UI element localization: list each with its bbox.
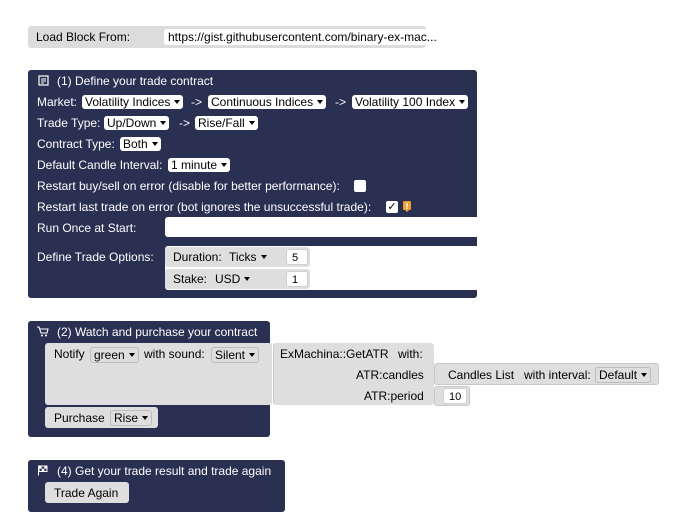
chevron-down-icon [221, 162, 228, 167]
candle-interval-label: Default Candle Interval: [37, 158, 163, 172]
chevron-down-icon [317, 99, 324, 104]
submarket-dropdown[interactable]: Continuous Indices [208, 95, 327, 109]
warning-icon[interactable] [402, 201, 412, 212]
trade-type-category-dropdown[interactable]: Up/Down [104, 116, 170, 130]
purchase-type-dropdown[interactable]: Rise [110, 410, 153, 426]
trade-type-label: Trade Type: [37, 116, 101, 130]
restart-error-label: Restart buy/sell on error (disable for b… [37, 179, 340, 193]
chevron-down-icon [128, 352, 135, 357]
contract-type-label: Contract Type: [37, 137, 115, 151]
load-block-url: https://gist.githubusercontent.com/binar… [168, 30, 437, 44]
duration-label: Duration: [173, 250, 222, 264]
load-block-url-field[interactable]: https://gist.githubusercontent.com/binar… [164, 29, 450, 45]
stake-block[interactable]: Stake: USD 1 [165, 269, 310, 289]
notify-label: Notify [54, 347, 85, 361]
arrow-text: -> [179, 116, 191, 130]
candle-interval-dropdown[interactable]: 1 minute [168, 158, 231, 172]
chevron-down-icon [248, 120, 255, 125]
candles-list-block[interactable]: Candles List with interval: Default [434, 363, 659, 385]
load-block[interactable]: Load Block From: https://gist.githubuser… [28, 26, 450, 48]
exmachina-label: ExMachina::GetATR [280, 347, 389, 361]
run-once-label: Run Once at Start: [37, 221, 137, 235]
arrow-text: -> [191, 95, 203, 109]
duration-block[interactable]: Duration: Ticks 5 [165, 247, 310, 267]
stake-value-input[interactable]: 1 [286, 271, 308, 287]
contract-type-dropdown[interactable]: Both [120, 137, 161, 151]
chevron-down-icon [260, 254, 267, 259]
trade-again-label: Trade Again [54, 486, 119, 500]
block4-title: (4) Get your trade result and trade agai… [57, 464, 272, 478]
chevron-down-icon [459, 99, 466, 104]
notify-color-dropdown[interactable]: green [90, 347, 139, 363]
block1-title: (1) Define your trade contract [57, 74, 214, 88]
chevron-down-icon [174, 99, 181, 104]
chevron-down-icon [244, 276, 251, 281]
chevron-down-icon [151, 141, 158, 146]
run-once-slot[interactable] [165, 217, 477, 237]
market-label: Market: [37, 95, 78, 109]
stake-label: Stake: [173, 272, 208, 286]
atr-period-value-block[interactable]: 10 [434, 386, 470, 406]
atr-period-input[interactable]: 10 [443, 388, 467, 404]
atr-candles-label: ATR:candles [356, 368, 424, 382]
duration-value-input[interactable]: 5 [286, 249, 308, 265]
with-interval-label: with interval: [524, 368, 591, 382]
market-dropdown[interactable]: Volatility Indices [82, 95, 184, 109]
stake-currency-dropdown[interactable]: USD [212, 272, 254, 286]
restart-last-label: Restart last trade on error (bot ignores… [37, 200, 372, 214]
purchase-action-block[interactable]: Purchase Rise [45, 407, 158, 428]
flag-icon [37, 465, 48, 479]
with-label: with: [398, 347, 423, 361]
chevron-down-icon [142, 415, 149, 420]
load-block-label: Load Block From: [36, 30, 131, 44]
restart-error-checkbox[interactable] [354, 180, 366, 192]
trade-options-label: Define Trade Options: [37, 250, 154, 264]
block2-title: (2) Watch and purchase your contract [57, 325, 258, 339]
chevron-down-icon [249, 352, 256, 357]
restart-last-checkbox[interactable]: ✓ [386, 201, 398, 213]
trade-again-action[interactable]: Trade Again [45, 482, 129, 503]
atr-period-label: ATR:period [364, 389, 424, 403]
arrow-text: -> [335, 95, 347, 109]
interval-dropdown[interactable]: Default [595, 367, 652, 383]
purchase-label: Purchase [54, 411, 105, 425]
chevron-down-icon [641, 372, 648, 377]
duration-unit-dropdown[interactable]: Ticks [226, 250, 270, 264]
trade-type-dropdown[interactable]: Rise/Fall [195, 116, 258, 130]
sound-dropdown[interactable]: Silent [211, 347, 260, 363]
chevron-down-icon [160, 120, 167, 125]
symbol-dropdown[interactable]: Volatility 100 Index [352, 95, 469, 109]
with-sound-label: with sound: [144, 347, 205, 361]
candles-list-label: Candles List [448, 368, 515, 382]
document-icon [38, 75, 49, 89]
cart-icon [37, 326, 49, 340]
